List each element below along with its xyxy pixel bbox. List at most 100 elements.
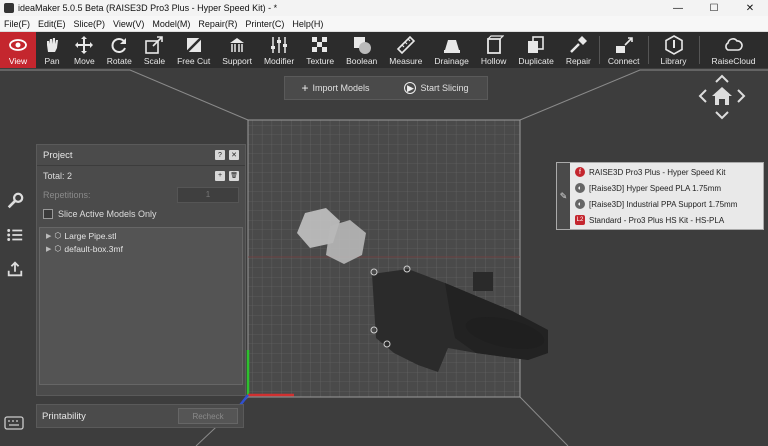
tool-label: Move (74, 56, 95, 66)
menu-repair[interactable]: Repair(R) (194, 19, 241, 29)
plus-icon: + (301, 81, 309, 95)
profile-filament-1[interactable]: ◐ [Raise3D] Hyper Speed PLA 1.75mm (575, 181, 721, 195)
profile-label: RAISE3D Pro3 Plus - Hyper Speed Kit (589, 167, 726, 177)
toolbar-separator (698, 36, 700, 64)
add-model-button[interactable]: + (215, 170, 225, 181)
texture-icon (312, 37, 328, 52)
menu-printer[interactable]: Printer(C) (241, 19, 288, 29)
profile-printer[interactable]: f RAISE3D Pro3 Plus - Hyper Speed Kit (575, 165, 726, 179)
list-icon[interactable] (4, 224, 26, 246)
tool-pan-button[interactable]: Pan (36, 32, 68, 68)
expand-arrow-icon[interactable]: ▶ (46, 245, 51, 253)
wrench-icon[interactable] (4, 190, 26, 212)
slice-active-checkbox[interactable] (43, 208, 53, 219)
boolean-icon (353, 37, 371, 54)
menu-model[interactable]: Model(M) (148, 19, 194, 29)
model-name: default-box.3mf (64, 243, 123, 254)
tool-measure-button[interactable]: Measure (383, 32, 428, 68)
tool-connect-button[interactable]: Connect (602, 32, 646, 68)
app-logo-icon (4, 3, 14, 13)
library-icon (664, 35, 683, 55)
home-icon[interactable] (712, 87, 732, 105)
cube-icon: ⬡ (54, 244, 62, 253)
slice-active-label: Slice Active Models Only (58, 208, 157, 219)
edit-profile-icon[interactable]: ✎ (557, 163, 570, 229)
tool-library-button[interactable]: Library (651, 32, 697, 68)
move-arrows-icon (75, 36, 94, 54)
minimize-button[interactable]: — (660, 0, 696, 16)
tool-label: Repair (565, 56, 591, 66)
tool-label: Free Cut (177, 56, 211, 66)
tool-free-cut-button[interactable]: Free Cut (171, 32, 216, 68)
close-window-button[interactable]: ✕ (732, 0, 768, 16)
connect-icon (615, 37, 633, 53)
tool-modifier-button[interactable]: Modifier (258, 32, 300, 68)
cube-icon: ⬡ (54, 231, 62, 240)
menu-edit[interactable]: Edit(E) (34, 19, 70, 29)
menu-file[interactable]: File(F) (0, 19, 34, 29)
tool-repair-button[interactable]: Repair (560, 32, 597, 68)
import-models-button[interactable]: + Import Models (285, 77, 386, 99)
total-row: Total: 2 + 🗑 (37, 166, 245, 185)
recheck-button[interactable]: Recheck (178, 408, 238, 424)
slice-active-row[interactable]: Slice Active Models Only (37, 204, 245, 223)
filament-icon: ◐ (575, 183, 585, 193)
slice-action-bar: + Import Models ▶ Start Slicing (284, 76, 488, 100)
repetitions-row: Repetitions: 1 (37, 185, 245, 204)
tool-label: Connect (607, 56, 640, 66)
tool-duplicate-button[interactable]: Duplicate (512, 32, 559, 68)
profile-filament-2[interactable]: ◐ [Raise3D] Industrial PPA Support 1.75m… (575, 197, 737, 211)
window-title: ideaMaker 5.0.5 Beta (RAISE3D Pro3 Plus … (18, 3, 278, 13)
menu-slice[interactable]: Slice(P) (70, 19, 110, 29)
duplicate-icon (528, 36, 544, 53)
close-panel-button[interactable]: ✕ (229, 150, 239, 160)
tool-label: View (8, 56, 28, 66)
tree-item-large-pipe[interactable]: ▶ ⬡ Large Pipe.stl (40, 230, 242, 241)
tool-label: Library (660, 56, 687, 66)
tool-label: Pan (44, 56, 60, 66)
tool-view-button[interactable]: View (0, 32, 36, 68)
tool-label: Hollow (480, 56, 507, 66)
upload-icon[interactable] (4, 258, 26, 280)
expand-arrow-icon[interactable]: ▶ (46, 232, 51, 240)
scale-icon (145, 36, 164, 54)
delete-model-button[interactable]: 🗑 (229, 170, 239, 181)
project-panel: Project ? ✕ Total: 2 + 🗑 Repetitions: 1 … (36, 144, 246, 396)
tool-raisecloud-button[interactable]: RaiseCloud (702, 32, 766, 68)
tool-drainage-button[interactable]: Drainage (428, 32, 475, 68)
keyboard-icon[interactable] (4, 416, 26, 432)
tool-label: Measure (389, 56, 423, 66)
tree-item-default-box[interactable]: ▶ ⬡ default-box.3mf (40, 243, 242, 254)
tool-label: Support (222, 56, 252, 66)
profile-template[interactable]: L2 Standard - Pro3 Plus HS Kit - HS-PLA (575, 213, 724, 227)
start-slicing-button[interactable]: ▶ Start Slicing (386, 77, 487, 99)
tool-label: Duplicate (518, 56, 554, 66)
project-panel-title: Project (43, 149, 73, 161)
menu-bar: File(F) Edit(E) Slice(P) View(V) Model(M… (0, 16, 768, 32)
model-name: Large Pipe.stl (64, 230, 117, 241)
printability-title: Printability (42, 410, 86, 422)
tool-hollow-button[interactable]: Hollow (475, 32, 513, 68)
tool-move-button[interactable]: Move (68, 32, 101, 68)
tool-texture-button[interactable]: Texture (300, 32, 340, 68)
tool-boolean-button[interactable]: Boolean (340, 32, 383, 68)
nav-right-arrow-icon[interactable] (737, 89, 746, 103)
repetitions-spinbox[interactable]: 1 (177, 186, 239, 203)
view-navigation-control[interactable] (698, 74, 746, 122)
nav-up-arrow-icon[interactable] (715, 74, 729, 83)
tool-label: RaiseCloud (711, 56, 756, 66)
maximize-button[interactable]: ☐ (696, 0, 732, 16)
nav-left-arrow-icon[interactable] (698, 89, 707, 103)
nav-down-arrow-icon[interactable] (715, 111, 729, 120)
printability-panel: Printability Recheck (36, 404, 244, 428)
profile-label: [Raise3D] Industrial PPA Support 1.75mm (589, 199, 738, 209)
tool-support-button[interactable]: Support (216, 32, 258, 68)
tool-scale-button[interactable]: Scale (138, 32, 171, 68)
title-bar: ideaMaker 5.0.5 Beta (RAISE3D Pro3 Plus … (0, 0, 768, 16)
menu-help[interactable]: Help(H) (288, 19, 327, 29)
menu-view[interactable]: View(V) (109, 19, 148, 29)
model-tree[interactable]: ▶ ⬡ Large Pipe.stl ▶ ⬡ default-box.3mf (39, 227, 243, 385)
help-button[interactable]: ? (215, 150, 225, 160)
tool-label: Rotate (106, 56, 132, 66)
tool-rotate-button[interactable]: Rotate (101, 32, 138, 68)
